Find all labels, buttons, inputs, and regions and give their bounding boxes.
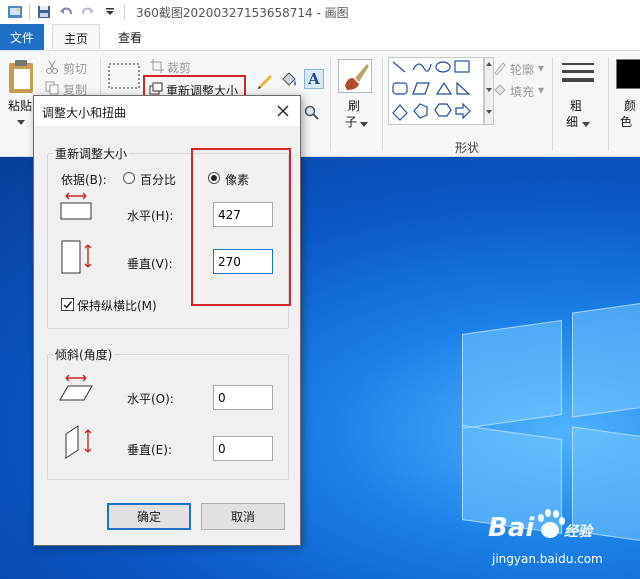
brush-label-1[interactable]: 刷 — [348, 97, 360, 114]
brush-dropdown-icon[interactable] — [360, 117, 368, 131]
fill-bucket-icon[interactable] — [280, 71, 298, 92]
customize-toolbar-icon[interactable] — [99, 1, 121, 23]
separator — [552, 57, 553, 151]
fill-button[interactable]: 填充 — [510, 83, 534, 100]
outline-button[interactable]: 轮廓 — [510, 61, 534, 78]
separator — [382, 57, 383, 151]
vertical-label: 垂直(V): — [127, 257, 173, 271]
crop-icon — [150, 59, 164, 76]
scissors-icon — [45, 60, 59, 77]
dialog-title-bar: 调整大小和扭曲 — [34, 96, 300, 126]
resize-highlight-box — [143, 75, 246, 97]
magnifier-icon[interactable] — [304, 105, 320, 124]
select-icon[interactable] — [108, 63, 140, 92]
close-icon[interactable] — [272, 100, 294, 122]
pixels-highlight-box — [191, 148, 291, 306]
vertical-resize-icon — [60, 239, 96, 278]
tab-file[interactable]: 文件 — [0, 24, 44, 50]
fill-icon — [493, 83, 507, 100]
cut-button[interactable]: 剪切 — [63, 60, 87, 77]
vertical-skew-icon — [62, 424, 96, 463]
color-label-1[interactable]: 颜 — [624, 97, 636, 114]
skew-vertical-label: 垂直(E): — [127, 443, 172, 457]
windows-logo-pane — [572, 301, 640, 418]
percent-radio[interactable] — [123, 172, 135, 184]
horizontal-resize-icon — [58, 192, 94, 225]
brush-icon[interactable] — [338, 59, 372, 93]
skew-horizontal-input[interactable] — [213, 385, 273, 410]
save-icon[interactable] — [33, 1, 55, 23]
title-bar: 360截图20200327153658714 - 画图 — [0, 0, 640, 24]
horizontal-skew-icon — [58, 374, 94, 407]
redo-icon[interactable] — [77, 1, 99, 23]
ok-button[interactable]: 确定 — [107, 503, 191, 530]
skew-vertical-input[interactable] — [213, 436, 273, 461]
by-label: 依据(B): — [61, 173, 107, 187]
window-title: 360截图20200327153658714 - 画图 — [136, 5, 349, 20]
size-dropdown-icon[interactable] — [582, 117, 590, 131]
undo-icon[interactable] — [55, 1, 77, 23]
shapes-group-label: 形状 — [455, 141, 480, 155]
ribbon-tabs: 文件 主页 查看 — [0, 24, 640, 51]
dialog-title: 调整大小和扭曲 — [42, 106, 127, 120]
separator — [608, 57, 609, 151]
paste-icon[interactable] — [6, 59, 36, 98]
color-label-2[interactable]: 色 — [620, 113, 632, 130]
skew-group-label: 倾斜(角度) — [53, 346, 115, 363]
skew-horizontal-label: 水平(O): — [127, 392, 174, 406]
size-label-1[interactable]: 粗 — [570, 97, 582, 114]
watermark-url: jingyan.baidu.com — [492, 552, 603, 566]
shapes-gallery[interactable] — [388, 57, 484, 125]
line-size-icon[interactable] — [562, 61, 594, 92]
tab-home[interactable]: 主页 — [52, 24, 100, 51]
windows-logo-pane — [462, 319, 562, 430]
keep-ratio-checkbox[interactable] — [61, 298, 74, 311]
tab-view[interactable]: 查看 — [108, 24, 152, 50]
svg-text:经验: 经验 — [564, 523, 594, 540]
resize-group-label: 重新调整大小 — [53, 145, 130, 162]
baidu-watermark-logo: Bai 经验 — [488, 506, 608, 553]
keep-ratio-label[interactable]: 保持纵横比(M) — [77, 297, 157, 314]
separator — [330, 57, 331, 151]
app-icon — [4, 1, 26, 23]
paste-button[interactable]: 粘贴 — [8, 97, 32, 114]
horizontal-label: 水平(H): — [127, 209, 174, 223]
outline-icon — [493, 61, 507, 78]
color-1-swatch[interactable] — [616, 59, 640, 89]
paste-dropdown-icon[interactable] — [17, 115, 25, 129]
cancel-button[interactable]: 取消 — [201, 503, 285, 530]
crop-button[interactable]: 裁剪 — [167, 59, 191, 76]
fill-dropdown-icon[interactable]: ▾ — [538, 83, 544, 97]
size-label-2[interactable]: 细 — [566, 113, 578, 130]
percent-label[interactable]: 百分比 — [140, 171, 176, 188]
svg-text:Bai: Bai — [488, 513, 535, 543]
outline-dropdown-icon[interactable]: ▾ — [538, 61, 544, 75]
text-tool-icon[interactable]: A — [304, 69, 324, 89]
pencil-icon[interactable] — [256, 71, 274, 92]
brush-label-2[interactable]: 子 — [345, 113, 357, 130]
